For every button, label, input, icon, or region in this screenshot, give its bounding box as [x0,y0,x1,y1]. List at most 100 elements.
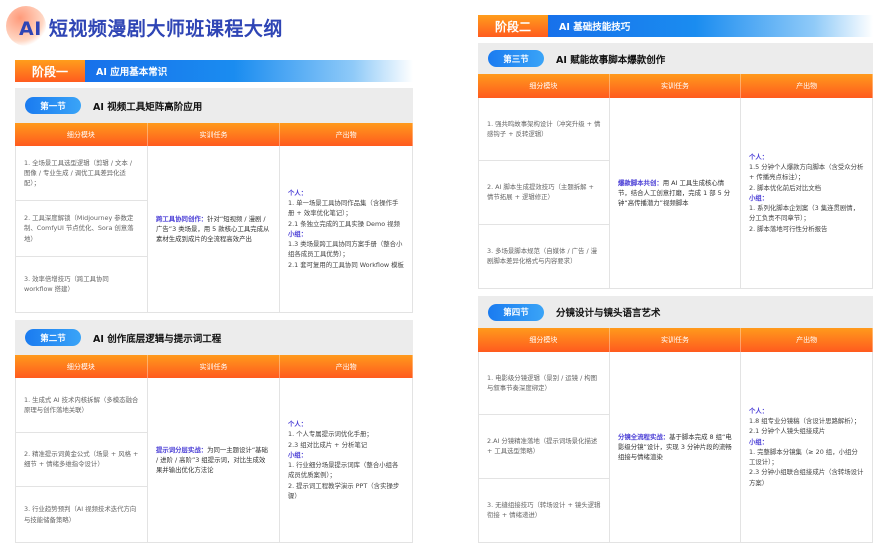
table-body: 1. 全场景工具选型逻辑（剪辑 / 文本 / 图像 / 专业生成 / 调优工具差… [15,146,413,313]
section-header: 第三节 AI 赋能故事脚本爆款创作 [478,43,873,74]
stage-one-column: 阶段一 AI 应用基本常识 第一节 AI 视频工具矩阵高阶应用 细分模块 实训任务 产出物 1… [15,60,413,543]
course-section: 第三节 AI 赋能故事脚本爆款创作 细分模块 实训任务 产出物 1. 强共鸣故事架构设计（… [478,43,873,289]
table-header-row: 细分模块 实训任务 产出物 [15,123,413,146]
personal-output-item: 1. 单一场景工具协同作品集（含操作手册 + 效率优化笔记）； [288,199,399,218]
module-cell: 3. 无缝组接技巧（转场设计 + 镜头逻辑衔接 + 情绪递进） [479,478,610,542]
personal-output-item: 1. 个人专属提示词优化手册； [288,430,373,439]
table-header-row: 细分模块 实训任务 产出物 [478,328,873,352]
group-label: 小组： [288,229,308,238]
stage-banner: 阶段二 AI 基础技能技巧 [478,15,873,37]
stage-label: 阶段二 [478,15,548,37]
column-header: 细分模块 [15,123,148,146]
column-header: 细分模块 [478,74,610,98]
section-title: AI 视频工具矩阵高阶应用 [93,101,203,113]
task-paragraph: 跨工具协同创作：针对“短视频 / 漫剧 / 广告”3 类场景，用 5 款核心工具… [156,214,271,245]
section-badge: 第一节 [25,97,81,114]
module-text: 1. 电影级分镜逻辑（景别 / 运镜 / 构图与叙事节奏深度绑定） [487,373,598,393]
group-output-item: 2. 提示词工程教学演示 PPT（含实操步骤） [288,481,400,500]
group-label: 小组： [749,193,769,202]
module-cell: 1. 全场景工具选型逻辑（剪辑 / 文本 / 图像 / 专业生成 / 调优工具差… [16,146,148,202]
module-text: 3. 多场景脚本规范（自媒体 / 广告 / 漫剧脚本差异化格式与内容要求） [487,247,598,266]
section-header: 第四节 分镜设计与镜头语言艺术 [478,296,873,328]
section-header: 第一节 AI 视频工具矩阵高阶应用 [15,88,413,123]
module-text: 3. 无缝组接技巧（转场设计 + 镜头逻辑衔接 + 情绪递进） [487,501,601,520]
module-cell: 3. 多场景脚本规范（自媒体 / 广告 / 漫剧脚本差异化格式与内容要求） [479,224,610,288]
group-output-item: 1. 系列化脚本企划案（3 集连贯剧情，分工负责不同章节）； [749,204,860,223]
course-section: 第二节 AI 创作底层逻辑与提示词工程 细分模块 实训任务 产出物 1. 生成式 AI 技… [15,320,413,543]
module-cell: 3. 行业趋势预判（AI 视频技术迭代方向与技能储备策略） [16,487,148,542]
module-text: 1. 强共鸣故事架构设计（冲突升级 + 情感钩子 + 反转逻辑） [487,119,601,139]
course-section: 第四节 分镜设计与镜头语言艺术 细分模块 实训任务 产出物 1. 电影级分镜逻辑（景别 /… [478,296,873,543]
module-text: 3. 行业趋势预判（AI 视频技术迭代方向与技能储备策略） [24,505,137,524]
module-text: 2. 精准提示词黄金公式（场景 + 风格 + 细节 + 情绪多维指令设计） [24,450,139,469]
group-output-item: 2. 脚本落地可行性分析报告 [749,224,828,233]
column-header: 产出物 [741,74,873,98]
output-cell: 个人： 1. 个人专属提示词优化手册； 2.3 组对比成片 + 分析笔记 小组： 1. … [280,378,412,542]
personal-label: 个人： [288,420,308,428]
task-label: 提示词分层实战： [156,445,208,454]
group-label: 小组： [749,437,769,446]
task-paragraph: 提示词分层实战：为同一主题设计“基础 / 进阶 / 高阶”3 组提示词，对比生成… [156,445,271,476]
column-header: 细分模块 [478,328,610,352]
table-body: 1. 电影级分镜逻辑（景别 / 运镜 / 构图与叙事节奏深度绑定） 2.AI 分镜… [478,352,873,543]
section-badge: 第三节 [488,50,544,67]
module-text: 2. 工具深度解锁（Midjourney 参数定制、ComfyUI 节点优化、S… [24,214,134,243]
group-output-item: 2.3 分钟小组联合组接成片（含转场设计方案） [749,468,864,487]
personal-output-item: 1.5 分钟个人爆款方向脚本（含受众分析 + 传播亮点标注）； [749,163,864,182]
section-title: 分镜设计与镜头语言艺术 [556,308,661,319]
section-title: AI 赋能故事脚本爆款创作 [556,54,666,66]
section-badge: 第四节 [488,303,544,321]
column-header: 实训任务 [148,355,281,378]
module-cell: 1. 电影级分镜逻辑（景别 / 运镜 / 构图与叙事节奏深度绑定） [479,352,610,416]
module-text: 1. 生成式 AI 技术内核拆解（多模态融合原理与创作落地关联） [24,395,139,414]
module-text: 2. AI 脚本生成提效技巧（主题拆解 + 情节拓展 + 逻辑修正） [487,183,594,202]
personal-output-item: 2. 脚本优化前后对比文档 [749,183,822,192]
task-label: 跨工具协同创作： [156,214,208,223]
module-cell: 1. 强共鸣故事架构设计（冲突升级 + 情感钩子 + 反转逻辑） [479,98,610,162]
section-header: 第二节 AI 创作底层逻辑与提示词工程 [15,320,413,355]
module-cell: 2. 工具深度解锁（Midjourney 参数定制、ComfyUI 节点优化、S… [16,201,148,257]
column-header: 产出物 [741,328,873,352]
column-header: 产出物 [280,355,413,378]
group-output-item: 1. 完整脚本分镜集（≥ 20 组，小组分工设计）； [749,447,858,467]
task-cell: 爆款脚本共创：用 AI 工具生成核心情节，结合人工创意打磨，完成 1 部 5 分… [610,98,741,288]
task-paragraph: 分镜全流程实战：基于脚本完成 8 组“电影级分镜”设计，实现 3 分钟片段的流畅… [618,432,732,463]
group-output-item: 1. 行业细分场景提示词库（整合小组各成员优质案例）； [288,461,399,480]
column-header: 细分模块 [15,355,148,378]
page-title: AI 短视频漫剧大师班课程大纲 [19,18,283,40]
section-title: AI 创作底层逻辑与提示词工程 [93,333,222,345]
table-body: 1. 强共鸣故事架构设计（冲突升级 + 情感钩子 + 反转逻辑） 2. AI 脚本… [478,98,873,289]
personal-label: 个人： [749,152,769,161]
stage-banner: 阶段一 AI 应用基本常识 [15,60,413,82]
group-label: 小组： [288,450,308,459]
module-text: 1. 全场景工具选型逻辑（剪辑 / 文本 / 图像 / 专业生成 / 调优工具差… [24,158,132,188]
module-cell: 2.AI 分镜精准落地（提示词场景化描述 + 工具选型策略） [479,415,610,479]
task-cell: 跨工具协同创作：针对“短视频 / 漫剧 / 广告”3 类场景，用 5 款核心工具… [148,146,280,312]
personal-output-item: 1.8 组专业分镜稿（含设计思路解析）； [749,417,861,426]
column-header: 产出物 [280,123,413,146]
column-header: 实训任务 [148,123,281,146]
group-output-item: 1.3 类场景跨工具协同方案手册（整合小组各成员工具优势）； [288,240,403,259]
column-header: 实训任务 [610,74,742,98]
stage-title: AI 基础技能技巧 [559,22,631,33]
output-cell: 个人： 1. 单一场景工具协同作品集（含操作手册 + 效率优化笔记）； 2.1 条独… [280,146,412,312]
stage-label: 阶段一 [15,60,85,82]
group-output-item: 2.1 套可复用的工具协同 Workflow 模板 [288,260,404,269]
task-label: 分镜全流程实战： [618,432,670,441]
table-header-row: 细分模块 实训任务 产出物 [478,74,873,98]
task-label: 爆款脚本共创： [618,178,663,187]
task-paragraph: 爆款脚本共创：用 AI 工具生成核心情节，结合人工创意打磨，完成 1 部 5 分… [618,178,732,209]
table-body: 1. 生成式 AI 技术内核拆解（多模态融合原理与创作落地关联） 2. 精准提示词… [15,378,413,543]
personal-output-item: 2.3 组对比成片 + 分析笔记 [288,440,368,449]
personal-output-item: 2.1 分钟个人镜头组接成片 [749,427,826,436]
section-badge: 第二节 [25,329,81,346]
output-cell: 个人： 1.5 分钟个人爆款方向脚本（含受众分析 + 传播亮点标注）； 2. 脚本优… [741,98,872,288]
output-cell: 个人： 1.8 组专业分镜稿（含设计思路解析）； 2.1 分钟个人镜头组接成片 小组：… [741,352,872,542]
column-header: 实训任务 [610,328,742,352]
course-section: 第一节 AI 视频工具矩阵高阶应用细分模块 实训任务 产出物 1. 全场景工具选型逻辑（… [15,88,413,313]
module-cell: 2. AI 脚本生成提效技巧（主题拆解 + 情节拓展 + 逻辑修正） [479,161,610,225]
stage-title: AI 应用基本常识 [96,67,168,78]
task-cell: 分镜全流程实战：基于脚本完成 8 组“电影级分镜”设计，实现 3 分钟片段的流畅… [610,352,741,542]
task-cell: 提示词分层实战：为同一主题设计“基础 / 进阶 / 高阶”3 组提示词，对比生成… [148,378,280,542]
table-header-row: 细分模块 实训任务 产出物 [15,355,413,378]
